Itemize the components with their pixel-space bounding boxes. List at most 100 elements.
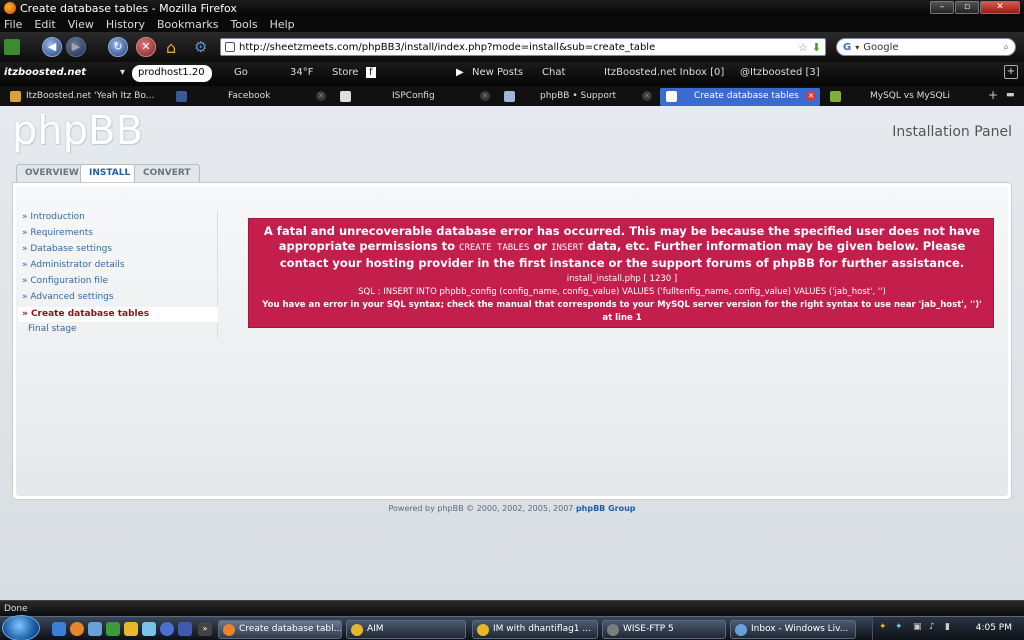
tab-label: MySQL vs MySQLi	[870, 91, 951, 101]
search-input[interactable]: Google	[863, 42, 999, 53]
step-requirements[interactable]: » Requirements	[22, 228, 93, 238]
page-icon	[666, 91, 677, 102]
tab-itzboosted[interactable]: ItzBoosted.net 'Yeah Itz Bo...	[4, 88, 166, 106]
new-page-icon[interactable]	[4, 39, 20, 55]
go-button[interactable]: Go	[234, 67, 248, 78]
download-arrow-icon[interactable]: ⬇	[812, 41, 821, 54]
window-title: Create database tables - Mozilla Firefox	[20, 1, 237, 15]
store-link[interactable]: Store	[332, 67, 358, 78]
home-icon[interactable]: ⌂	[166, 38, 176, 57]
weather-readout[interactable]: 34°F	[290, 67, 313, 78]
google-icon: G	[843, 41, 852, 53]
twitter-link[interactable]: @Itzboosted [3]	[740, 67, 820, 78]
forward-button[interactable]: ▶	[66, 37, 86, 57]
tab-label: Create database tables	[694, 91, 799, 101]
itzboosted-logo[interactable]: itzboosted.net	[4, 67, 86, 78]
add-icon[interactable]: +	[1004, 65, 1018, 79]
step-administrator-details[interactable]: » Administrator details	[22, 260, 125, 270]
power-icon[interactable]: ▮	[945, 622, 950, 632]
step-advanced-settings[interactable]: » Advanced settings	[22, 292, 114, 302]
new-tab-icon[interactable]: +	[988, 88, 998, 102]
url-bar[interactable]: http://sheetzmeets.com/phpBB3/install/in…	[220, 38, 826, 56]
menu-history[interactable]: History	[106, 18, 145, 31]
aim-icon	[351, 624, 363, 636]
menu-tools[interactable]: Tools	[230, 18, 257, 31]
play-icon[interactable]: ▶	[456, 67, 464, 78]
task-wise-ftp[interactable]: WISE-FTP 5	[602, 620, 726, 639]
task-im[interactable]: IM with dhantiflag1 ...	[472, 620, 598, 639]
tab-list-icon[interactable]: ▬	[1006, 90, 1015, 100]
url-text[interactable]: http://sheetzmeets.com/phpBB3/install/in…	[239, 42, 794, 53]
menu-file[interactable]: File	[4, 18, 22, 31]
start-button[interactable]	[2, 615, 40, 640]
people-icon	[504, 91, 515, 102]
site-identity-icon[interactable]	[225, 42, 235, 52]
mail-icon[interactable]	[88, 622, 102, 636]
tab-mysql[interactable]: MySQL vs MySQLi	[824, 88, 982, 106]
messenger-icon[interactable]	[142, 622, 156, 636]
close-window-button[interactable]: ✕	[980, 1, 1020, 14]
tab-phpbb-support[interactable]: phpBB • Support ✕	[498, 88, 656, 106]
menu-bookmarks[interactable]: Bookmarks	[157, 18, 218, 31]
messenger-tray-icon[interactable]: ✦	[895, 622, 903, 632]
firefox-icon[interactable]	[70, 622, 84, 636]
stop-button[interactable]: ✕	[136, 37, 156, 57]
tab-overview[interactable]: OVERVIEW	[16, 164, 88, 182]
menu-bar: File Edit View History Bookmarks Tools H…	[0, 16, 1024, 32]
reload-button[interactable]: ↻	[108, 37, 128, 57]
aim-tray-icon[interactable]: ✦	[879, 622, 887, 632]
ie-icon[interactable]	[52, 622, 66, 636]
browser-icon[interactable]	[160, 622, 174, 636]
menu-help[interactable]: Help	[270, 18, 295, 31]
network-icon[interactable]: ▣	[913, 622, 922, 632]
status-bar: Done	[0, 600, 1024, 616]
mysql-icon	[830, 91, 841, 102]
task-firefox[interactable]: Create database tabl...	[218, 620, 342, 639]
tab-facebook[interactable]: Facebook ✕	[170, 88, 330, 106]
close-tab-icon[interactable]: ✕	[480, 91, 490, 101]
phpbb-group-link[interactable]: phpBB Group	[576, 504, 636, 513]
tab-install[interactable]: INSTALL	[80, 164, 140, 183]
step-introduction[interactable]: » Introduction	[22, 212, 85, 222]
chat-link[interactable]: Chat	[542, 67, 565, 78]
aim-icon[interactable]	[124, 622, 138, 636]
tab-create-database-tables[interactable]: Create database tables ✕	[660, 88, 820, 106]
task-aim[interactable]: AIM	[346, 620, 466, 639]
step-configuration-file[interactable]: » Configuration file	[22, 276, 108, 286]
inbox-link[interactable]: ItzBoosted.net Inbox [0]	[604, 67, 724, 78]
firefox-icon	[4, 2, 16, 14]
chevron-down-icon[interactable]: ▾	[120, 67, 125, 78]
menu-edit[interactable]: Edit	[34, 18, 55, 31]
close-tab-icon[interactable]: ✕	[806, 91, 816, 101]
search-bar[interactable]: G ▾ Google ⌕	[836, 38, 1016, 56]
tab-ispconfig[interactable]: ISPConfig ✕	[334, 88, 494, 106]
phpbb-logo[interactable]: phpBB	[12, 108, 143, 154]
volume-icon[interactable]: ♪	[929, 622, 935, 632]
firefox-icon	[223, 624, 235, 636]
tab-label: phpBB • Support	[540, 91, 617, 101]
tab-convert[interactable]: CONVERT	[134, 164, 200, 182]
bookmark-star-icon[interactable]: ☆	[798, 41, 808, 54]
chevron-down-icon[interactable]: ▾	[855, 43, 859, 52]
addon-icon[interactable]: ⚙	[194, 38, 207, 56]
aim-icon	[477, 624, 489, 636]
new-posts-link[interactable]: New Posts	[472, 67, 523, 78]
tab-strip: ItzBoosted.net 'Yeah Itz Bo... Facebook …	[0, 86, 1024, 106]
close-tab-icon[interactable]: ✕	[642, 91, 652, 101]
server-select[interactable]: prodhost1.20	[132, 65, 212, 82]
menu-view[interactable]: View	[68, 18, 94, 31]
step-final-stage: Final stage	[28, 324, 77, 334]
search-icon[interactable]: ⌕	[1003, 42, 1009, 53]
app-icon[interactable]	[178, 622, 192, 636]
chevron-right-icon[interactable]: »	[198, 622, 212, 636]
close-tab-icon[interactable]: ✕	[316, 91, 326, 101]
task-windows-live-mail[interactable]: Inbox - Windows Liv...	[730, 620, 856, 639]
spreadsheet-icon[interactable]	[106, 622, 120, 636]
maximize-button[interactable]: ▫	[955, 1, 979, 14]
step-database-settings[interactable]: » Database settings	[22, 244, 112, 254]
back-button[interactable]: ◀	[42, 37, 62, 57]
clock[interactable]: 4:05 PM	[976, 623, 1012, 633]
window-titlebar: Create database tables - Mozilla Firefox…	[0, 0, 1024, 16]
minimize-button[interactable]: –	[930, 1, 954, 14]
facebook-icon[interactable]: f	[366, 67, 376, 78]
